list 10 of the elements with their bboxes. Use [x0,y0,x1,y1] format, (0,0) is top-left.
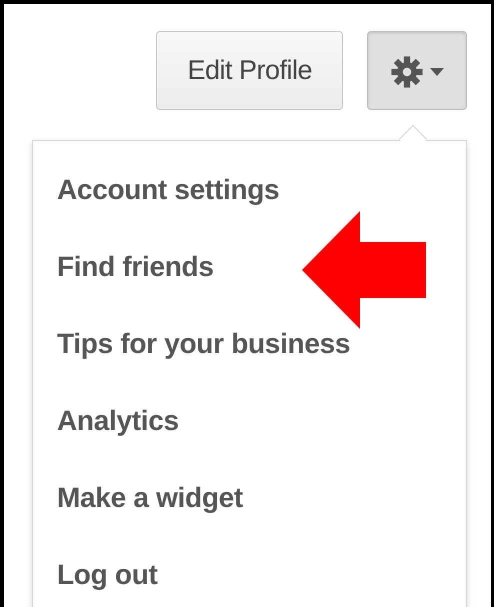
menu-item[interactable]: Tips for your business [33,305,374,382]
menu-item[interactable]: Account settings [33,151,304,228]
menu-item[interactable]: Make a widget [33,459,267,536]
menu-item[interactable]: Analytics [33,382,203,459]
menu-item[interactable]: Log out [33,536,182,607]
gear-icon [390,55,424,90]
caret-icon [430,68,444,76]
menu-item[interactable]: Find friends [33,228,238,305]
edit-profile-button[interactable]: Edit Profile [156,31,343,110]
settings-button[interactable] [367,31,467,110]
